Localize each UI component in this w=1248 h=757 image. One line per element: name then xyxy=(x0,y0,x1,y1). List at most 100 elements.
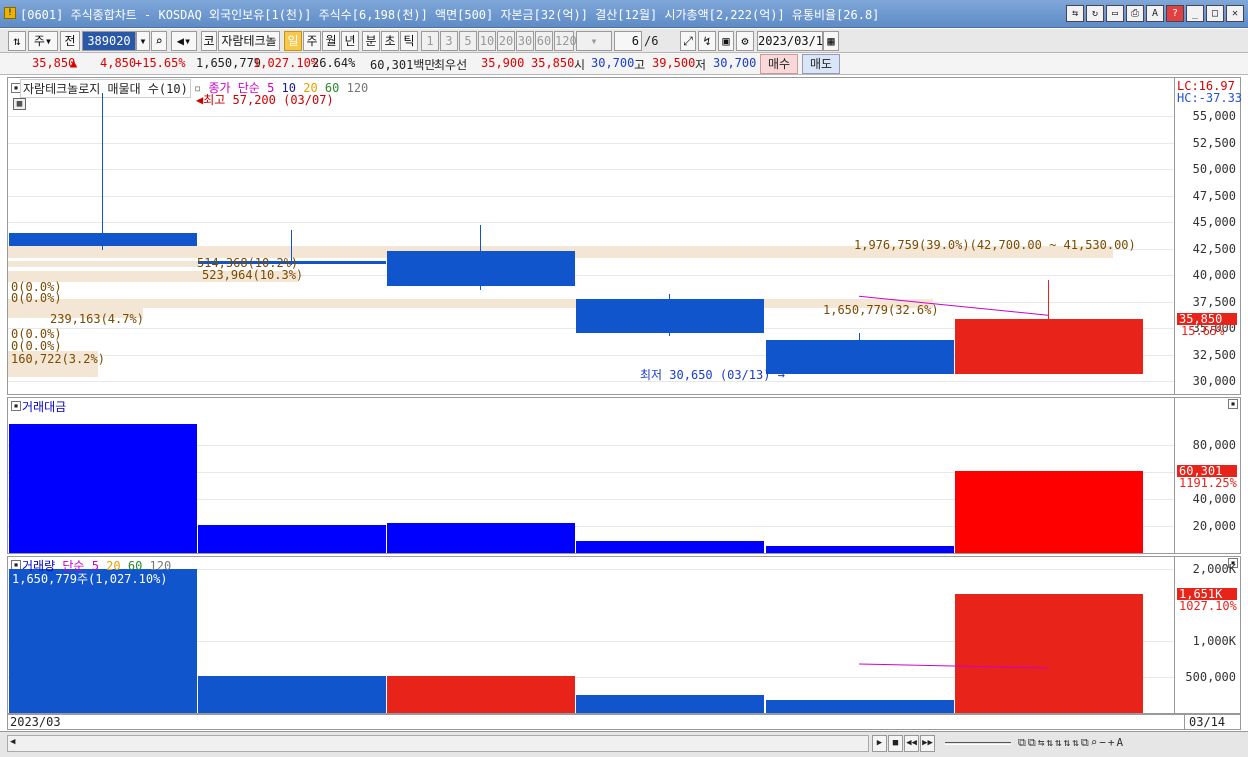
period-second[interactable]: 초 xyxy=(381,31,399,51)
search-icon[interactable]: ⌕ xyxy=(151,31,167,51)
profile-label: 239,163(4.7%) xyxy=(50,312,144,326)
date-axis: 2023/03 03/14 xyxy=(7,714,1241,730)
profile-label: 0(0.0%) xyxy=(11,339,62,353)
calendar-icon[interactable]: ▦ xyxy=(823,31,839,51)
interval-10[interactable]: 10 xyxy=(478,31,496,51)
ask: 35,900 xyxy=(481,56,525,70)
interval-3[interactable]: 3 xyxy=(440,31,458,51)
interval-120[interactable]: 120 xyxy=(554,31,577,51)
app-icon: ! xyxy=(4,7,16,19)
refresh-icon[interactable]: ↻ xyxy=(1086,5,1104,22)
bid: 35,850 xyxy=(531,56,575,70)
quote-bar: 35,850 ▲ 4,850 +15.65% 1,650,779 1,027.1… xyxy=(0,53,1248,75)
stop-icon[interactable]: ■ xyxy=(888,735,903,752)
price-tick: 40,000 xyxy=(1192,268,1236,282)
period-day[interactable]: 일 xyxy=(284,31,302,51)
settings-icon[interactable]: ⚙ xyxy=(736,31,754,51)
link-icon[interactable]: ⇆ xyxy=(1066,5,1084,22)
amount-bar xyxy=(766,546,954,553)
horizontal-scrollbar[interactable]: ◀ xyxy=(7,735,869,752)
current-price-rate: 15.65% xyxy=(1181,324,1225,338)
volume: 1,650,779 xyxy=(196,56,262,70)
interval-30[interactable]: 30 xyxy=(516,31,534,51)
amount-bar xyxy=(198,524,386,553)
price-tick: 37,500 xyxy=(1192,295,1236,309)
amount-panel-title: 거래대금 xyxy=(22,400,67,414)
bottom-bar: ◀ ▶ ■ ◀◀ ▶▶ ⧉⧉⇆⇅⇅⇅⇅⧉⌕−+A xyxy=(0,731,1248,757)
profile-label: 1,650,779(32.6%) xyxy=(823,303,939,317)
market-select[interactable]: 주▾ xyxy=(28,31,58,51)
chart-icon[interactable]: ↯ xyxy=(698,31,716,51)
play-icon[interactable]: ▶ xyxy=(872,735,887,752)
price-tick: 30,000 xyxy=(1192,374,1236,388)
period-year[interactable]: 년 xyxy=(341,31,359,51)
change-rate: +15.65% xyxy=(135,56,186,70)
interval-5[interactable]: 5 xyxy=(459,31,477,51)
amount-tick: 80,000 xyxy=(1192,438,1236,452)
high: 39,500 xyxy=(652,56,696,70)
help-icon[interactable]: ? xyxy=(1166,5,1184,22)
date-input[interactable]: 2023/03/14 xyxy=(757,31,830,51)
step-forward-icon[interactable]: ▶▶ xyxy=(920,735,935,752)
panel-close-icon[interactable]: ▪ xyxy=(1228,399,1238,409)
buy-button[interactable]: 매수 xyxy=(760,54,798,74)
scroll-left-icon[interactable]: ◀ xyxy=(10,737,15,747)
period-month[interactable]: 월 xyxy=(322,31,340,51)
price-tick: 47,500 xyxy=(1192,189,1236,203)
prev-button[interactable]: 전 xyxy=(60,31,80,51)
volume-subtitle: 1,650,779주(1,027.10%) xyxy=(12,572,168,586)
print-icon[interactable]: ⎙ xyxy=(1126,5,1144,22)
volume-plot xyxy=(8,557,1174,713)
profile-label: 0(0.0%) xyxy=(11,291,62,305)
stock-name[interactable]: 자람테크놀 xyxy=(218,31,280,51)
price-tick: 32,500 xyxy=(1192,348,1236,362)
ma5-line xyxy=(858,295,1049,316)
interval-60[interactable]: 60 xyxy=(535,31,553,51)
tool-icon[interactable]: ⤢ xyxy=(680,31,696,51)
interval-20[interactable]: 20 xyxy=(497,31,515,51)
amount-rate: 1191.25% xyxy=(1179,476,1237,490)
price-tick: 55,000 xyxy=(1192,109,1236,123)
step-back-icon[interactable]: ◀◀ xyxy=(904,735,919,752)
period-week[interactable]: 주 xyxy=(303,31,321,51)
close-button[interactable]: ✕ xyxy=(1226,5,1244,22)
zoom-slider[interactable] xyxy=(945,742,1011,745)
count-total: /6 xyxy=(644,34,659,48)
period-minute[interactable]: 분 xyxy=(362,31,380,51)
minimize-button[interactable]: _ xyxy=(1186,5,1204,22)
amount-tick: 20,000 xyxy=(1192,519,1236,533)
amount-tick: 40,000 xyxy=(1192,492,1236,506)
sell-button[interactable]: 매도 xyxy=(802,54,840,74)
low-label: 저 xyxy=(695,58,707,72)
speaker-icon[interactable]: ◀▾ xyxy=(171,31,197,51)
price-tick: 50,000 xyxy=(1192,162,1236,176)
price: 35,850 xyxy=(32,56,76,70)
count-input[interactable]: 6 xyxy=(614,31,642,51)
period-tick[interactable]: 틱 xyxy=(400,31,418,51)
code-input[interactable]: 389020 xyxy=(82,31,136,51)
font-icon[interactable]: A xyxy=(1146,5,1164,22)
maximize-button[interactable]: □ xyxy=(1206,5,1224,22)
chart-tools[interactable]: ⧉⧉⇆⇅⇅⇅⇅⧉⌕−+A xyxy=(1018,736,1125,750)
volume-axis: ▪ 2,000K 1,000K 500,000 1,651K 1027.10% xyxy=(1174,557,1240,713)
interval-select[interactable]: ▾ xyxy=(576,31,612,51)
save-icon[interactable]: ▣ xyxy=(718,31,734,51)
code-dropdown-icon[interactable]: ▾ xyxy=(136,31,150,51)
window-icon[interactable]: ▭ xyxy=(1106,5,1124,22)
price-panel: ▪ 자람테크놀로지 매물대 수(10) ▫ 종가 단순 5 10 20 60 1… xyxy=(7,77,1242,395)
vol-ma5-line xyxy=(858,663,1049,669)
lock-icon[interactable]: ⇅ xyxy=(8,31,26,51)
price-axis: LC:16.97 HC:-37.33 55,000 52,500 50,000 47,… xyxy=(1174,78,1242,394)
window-title: [0601] 주식종합차트 - KOSDAQ 외국인보유[1(천)] 주식수[6… xyxy=(20,8,880,22)
turnover: 26.64% xyxy=(312,56,356,70)
volume-tick: 2,000K xyxy=(1192,562,1236,576)
ko-button[interactable]: 코 xyxy=(201,31,217,51)
high-label: 고 xyxy=(634,58,646,72)
amount: 60,301백만 xyxy=(370,58,436,72)
date-right: 03/14 xyxy=(1184,715,1225,730)
interval-1[interactable]: 1 xyxy=(421,31,439,51)
high-mark: ◀최고 57,200 (03/07) xyxy=(196,93,334,107)
open: 30,700 xyxy=(591,56,635,70)
low-mark: 최저 30,650 (03/13) → xyxy=(640,368,785,382)
price-tick: 52,500 xyxy=(1192,136,1236,150)
